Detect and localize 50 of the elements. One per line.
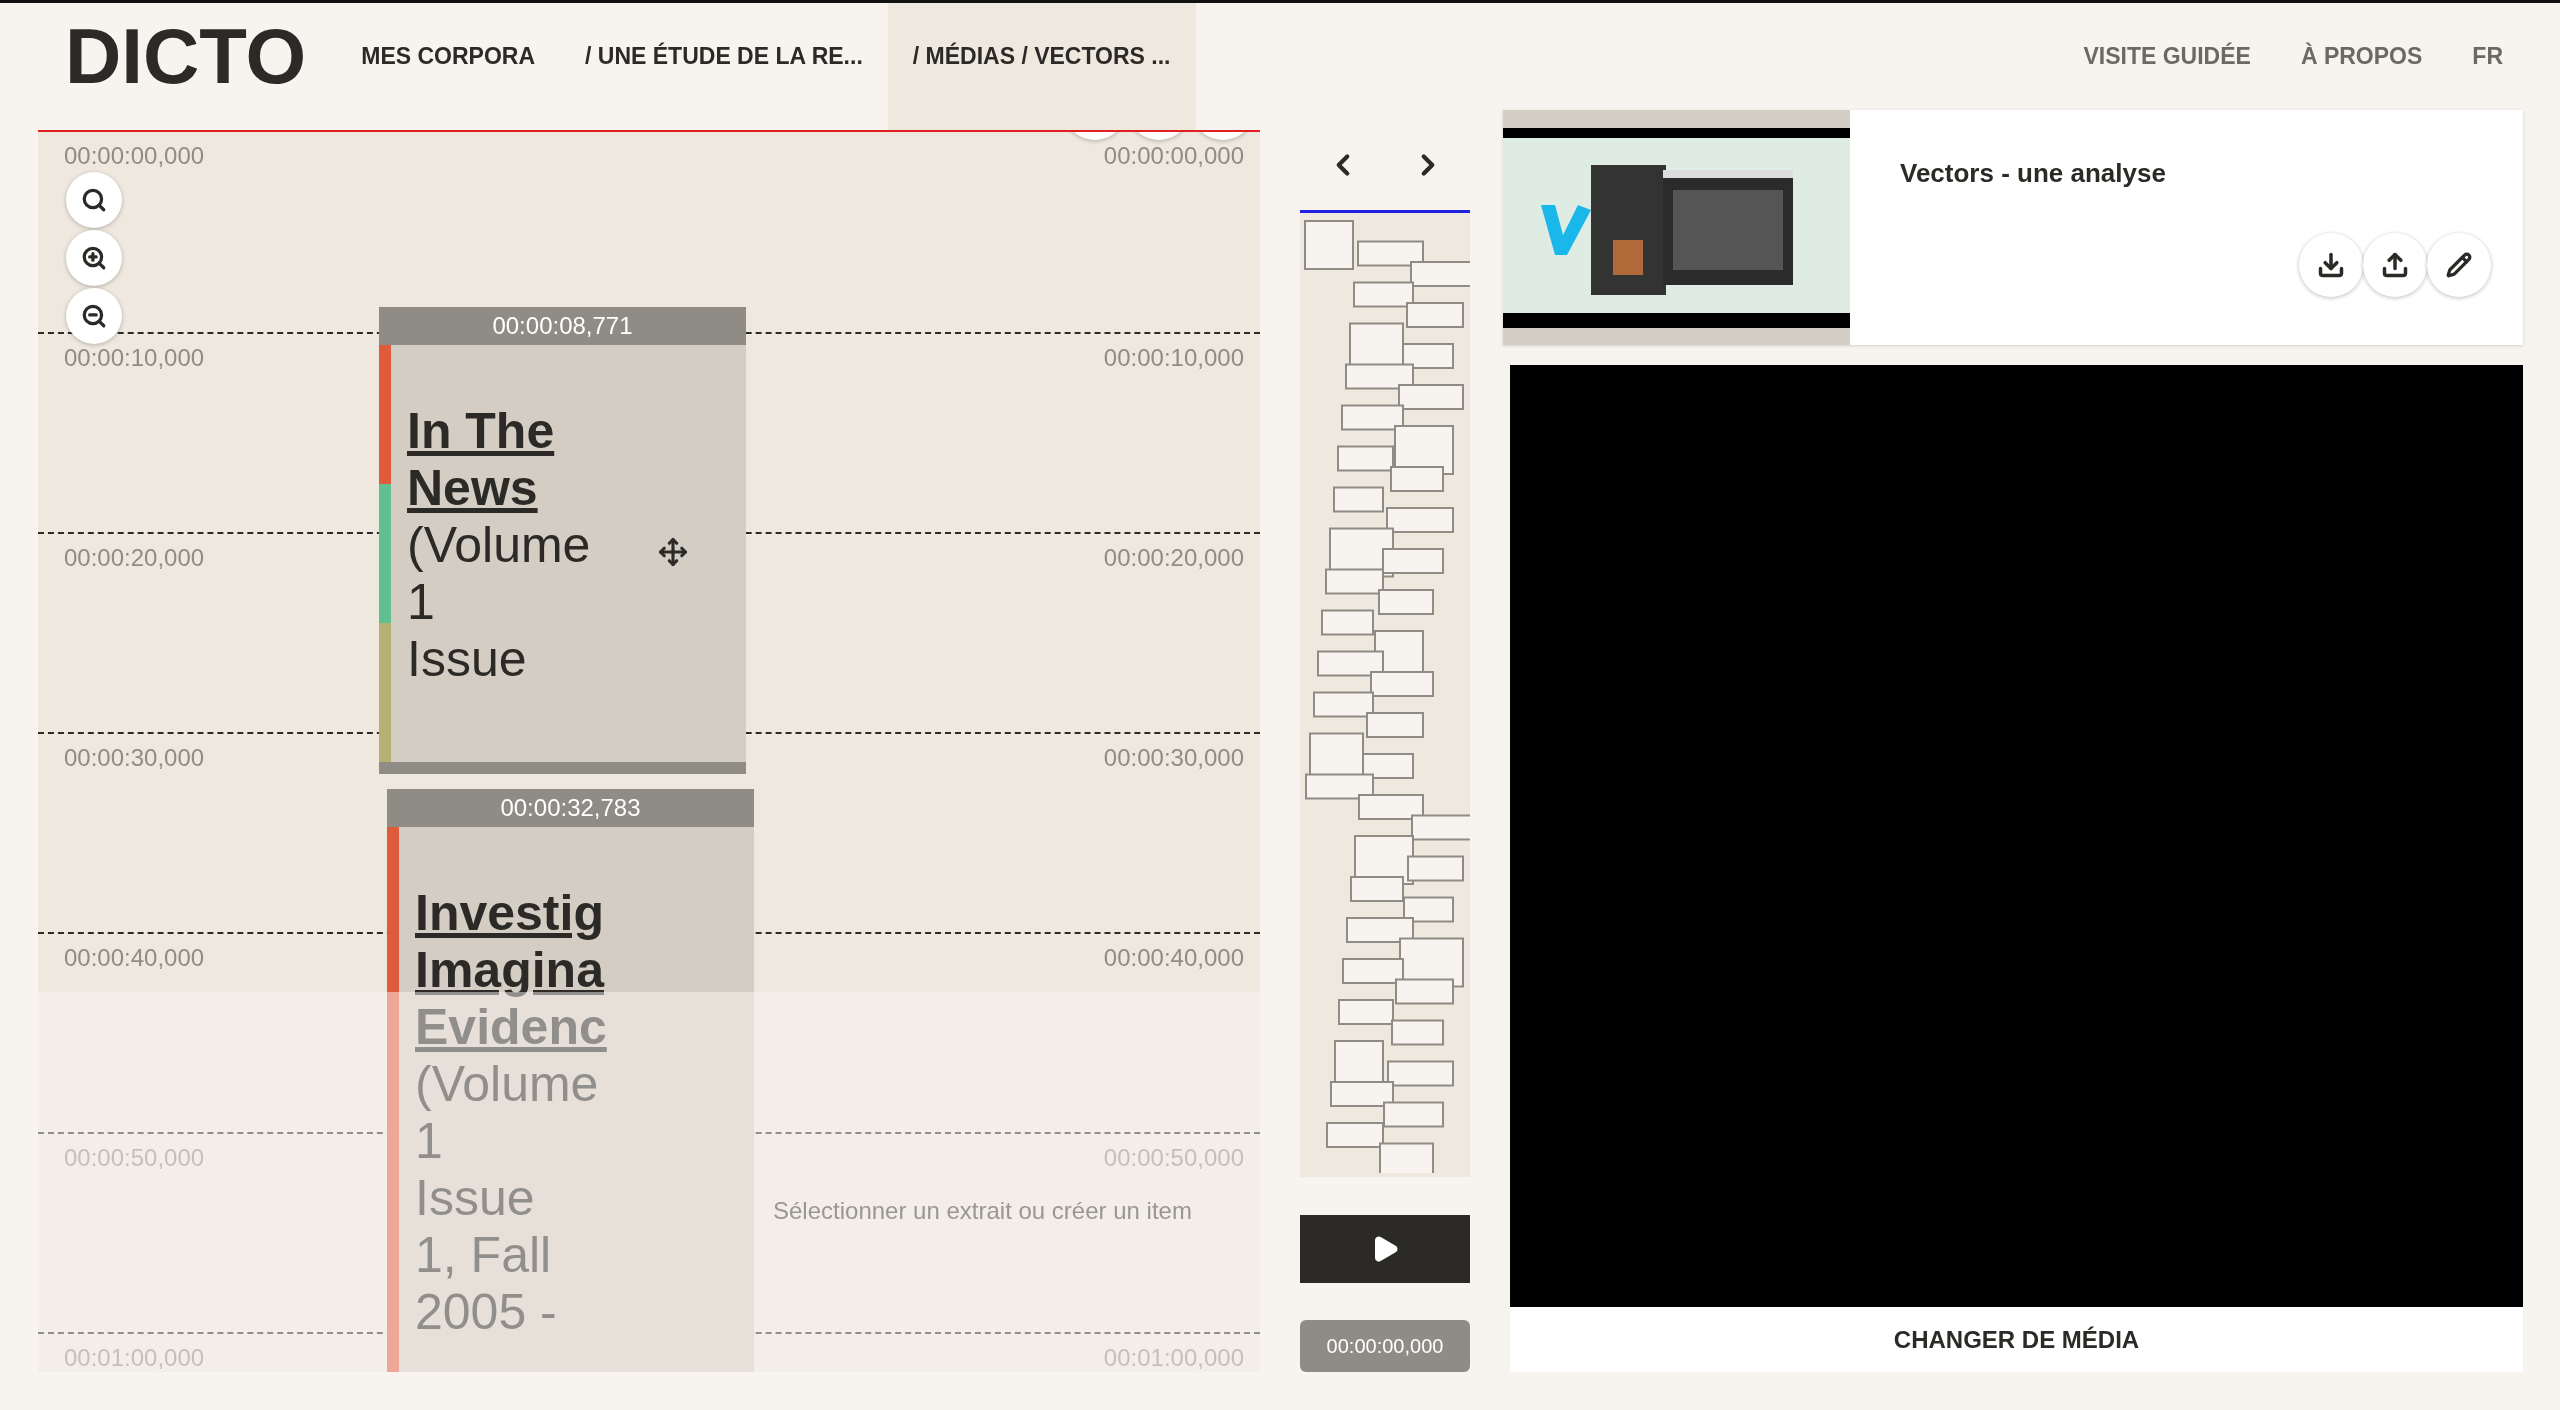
download-button[interactable]: [2299, 233, 2363, 297]
item-title[interactable]: Investig: [415, 885, 604, 942]
upload-button[interactable]: [2363, 233, 2427, 297]
time-label: 00:00:10,000: [64, 344, 205, 371]
item-text: (Volume: [415, 1056, 599, 1113]
nav-link[interactable]: FR: [2447, 3, 2528, 110]
time-label: 00:00:30,000: [1103, 744, 1244, 771]
item-text: (Volume: [407, 517, 591, 574]
time-label: 00:00:10,000: [1103, 344, 1244, 371]
time-label: 00:00:40,000: [1103, 944, 1244, 971]
item-title[interactable]: News: [407, 460, 538, 517]
upload-icon: [2381, 251, 2409, 279]
move-icon[interactable]: [658, 537, 688, 567]
media-title: Vectors - une analyse: [1900, 158, 2166, 188]
pencil-icon: [2446, 252, 2472, 278]
download-icon: [2317, 251, 2345, 279]
item-text: 1, Fall: [415, 1227, 552, 1284]
zoom-in-icon: [81, 245, 107, 271]
breadcrumb-link[interactable]: / MÉDIAS / VECTORS ...: [887, 3, 1196, 130]
annotation-card[interactable]: 00:00:32,783 Investig Imagina Evidenc (Volume 1 Issue 1, Fall 2005 -: [387, 789, 754, 1372]
item-title[interactable]: In The: [407, 403, 555, 460]
item-text: 1: [415, 1113, 443, 1170]
breadcrumb-link[interactable]: / UNE ÉTUDE DE LA RE...: [560, 3, 888, 110]
breadcrumb-link[interactable]: MES CORPORA: [336, 3, 561, 110]
zoom-out-icon: [81, 303, 107, 329]
search-button[interactable]: [66, 172, 122, 228]
item-text: Issue: [407, 631, 527, 688]
item-title[interactable]: Imagina: [415, 942, 604, 999]
time-label: 00:00:00,000: [64, 142, 205, 169]
time-label: 00:00:20,000: [1103, 544, 1244, 571]
item-text: 2005 -: [415, 1284, 557, 1341]
zoom-out-button[interactable]: [66, 288, 122, 344]
time-label: 00:00:30,000: [64, 744, 205, 771]
nav-link[interactable]: VISITE GUIDÉE: [2058, 3, 2276, 110]
time-label: 00:00:00,000: [1103, 142, 1244, 169]
hint-text: Sélectionner un extrait ou créer un item: [773, 1197, 1192, 1225]
change-media-button[interactable]: CHANGER DE MÉDIA: [1510, 1307, 2523, 1372]
zoom-in-button[interactable]: [66, 230, 122, 286]
item-text: Issue: [415, 1170, 535, 1227]
annotation-card[interactable]: 00:00:08,771 In The News (Volume 1 Issue: [379, 307, 746, 774]
time-label: 00:00:20,000: [64, 544, 205, 571]
edit-button[interactable]: [2427, 233, 2491, 297]
logo[interactable]: DICTO: [65, 3, 307, 110]
start-time: 00:00:08,771: [379, 307, 746, 345]
item-text: 1: [407, 574, 435, 631]
current-time: 00:00:00,000: [1300, 1320, 1470, 1372]
search-icon: [81, 187, 107, 213]
nav-link[interactable]: À PROPOS: [2275, 3, 2448, 110]
start-time: 00:00:32,783: [387, 789, 754, 827]
time-label: 00:00:40,000: [64, 944, 205, 971]
